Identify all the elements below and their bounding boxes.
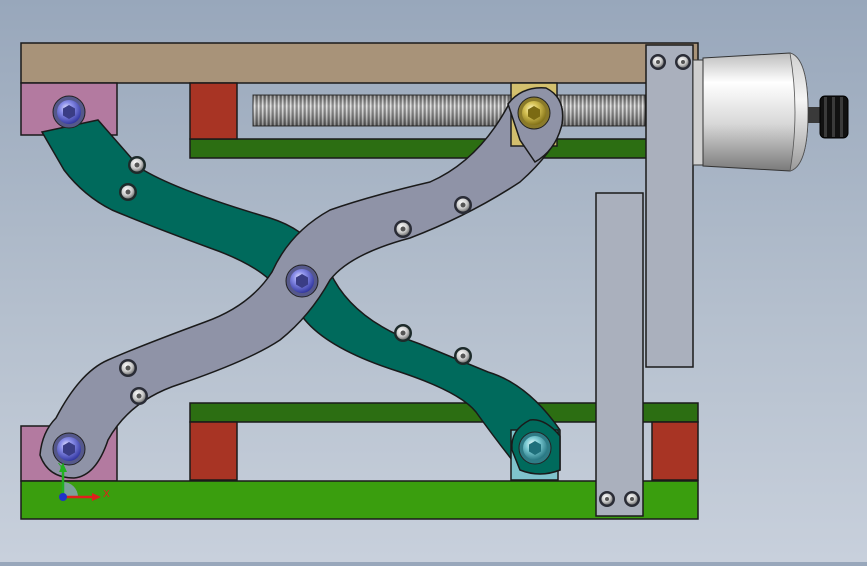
upper-guide-rail[interactable]: [189, 138, 699, 159]
upper-vertical-post[interactable]: [645, 44, 694, 368]
y-axis-label: Y: [57, 462, 65, 473]
lower-red-block-right[interactable]: [651, 421, 699, 481]
screw: [454, 347, 472, 365]
pivot-pin-slider[interactable]: [518, 431, 552, 465]
x-axis-label: X: [103, 489, 110, 500]
screw: [130, 387, 148, 405]
screw: [599, 491, 615, 507]
lower-vertical-post[interactable]: [595, 192, 644, 517]
motor-knob[interactable]: [808, 95, 849, 139]
top-plate[interactable]: [20, 42, 699, 84]
cad-viewport[interactable]: X Y: [0, 0, 867, 562]
screw: [394, 220, 412, 238]
screw: [675, 54, 691, 70]
center-pivot-pin[interactable]: [285, 264, 319, 298]
screw: [119, 359, 137, 377]
pivot-pin-nut[interactable]: [517, 96, 551, 130]
lead-screw[interactable]: [252, 94, 646, 127]
screw: [624, 491, 640, 507]
screw: [394, 324, 412, 342]
screw: [128, 156, 146, 174]
pivot-pin-top-left[interactable]: [52, 95, 86, 129]
scissor-lift-assembly: X Y: [20, 42, 849, 520]
lower-red-block-left[interactable]: [189, 421, 238, 481]
screw: [119, 183, 137, 201]
screw: [454, 196, 472, 214]
screw: [650, 54, 666, 70]
upper-red-block[interactable]: [189, 82, 238, 140]
stepper-motor[interactable]: [692, 52, 809, 172]
pivot-pin-bottom-left[interactable]: [52, 432, 86, 466]
